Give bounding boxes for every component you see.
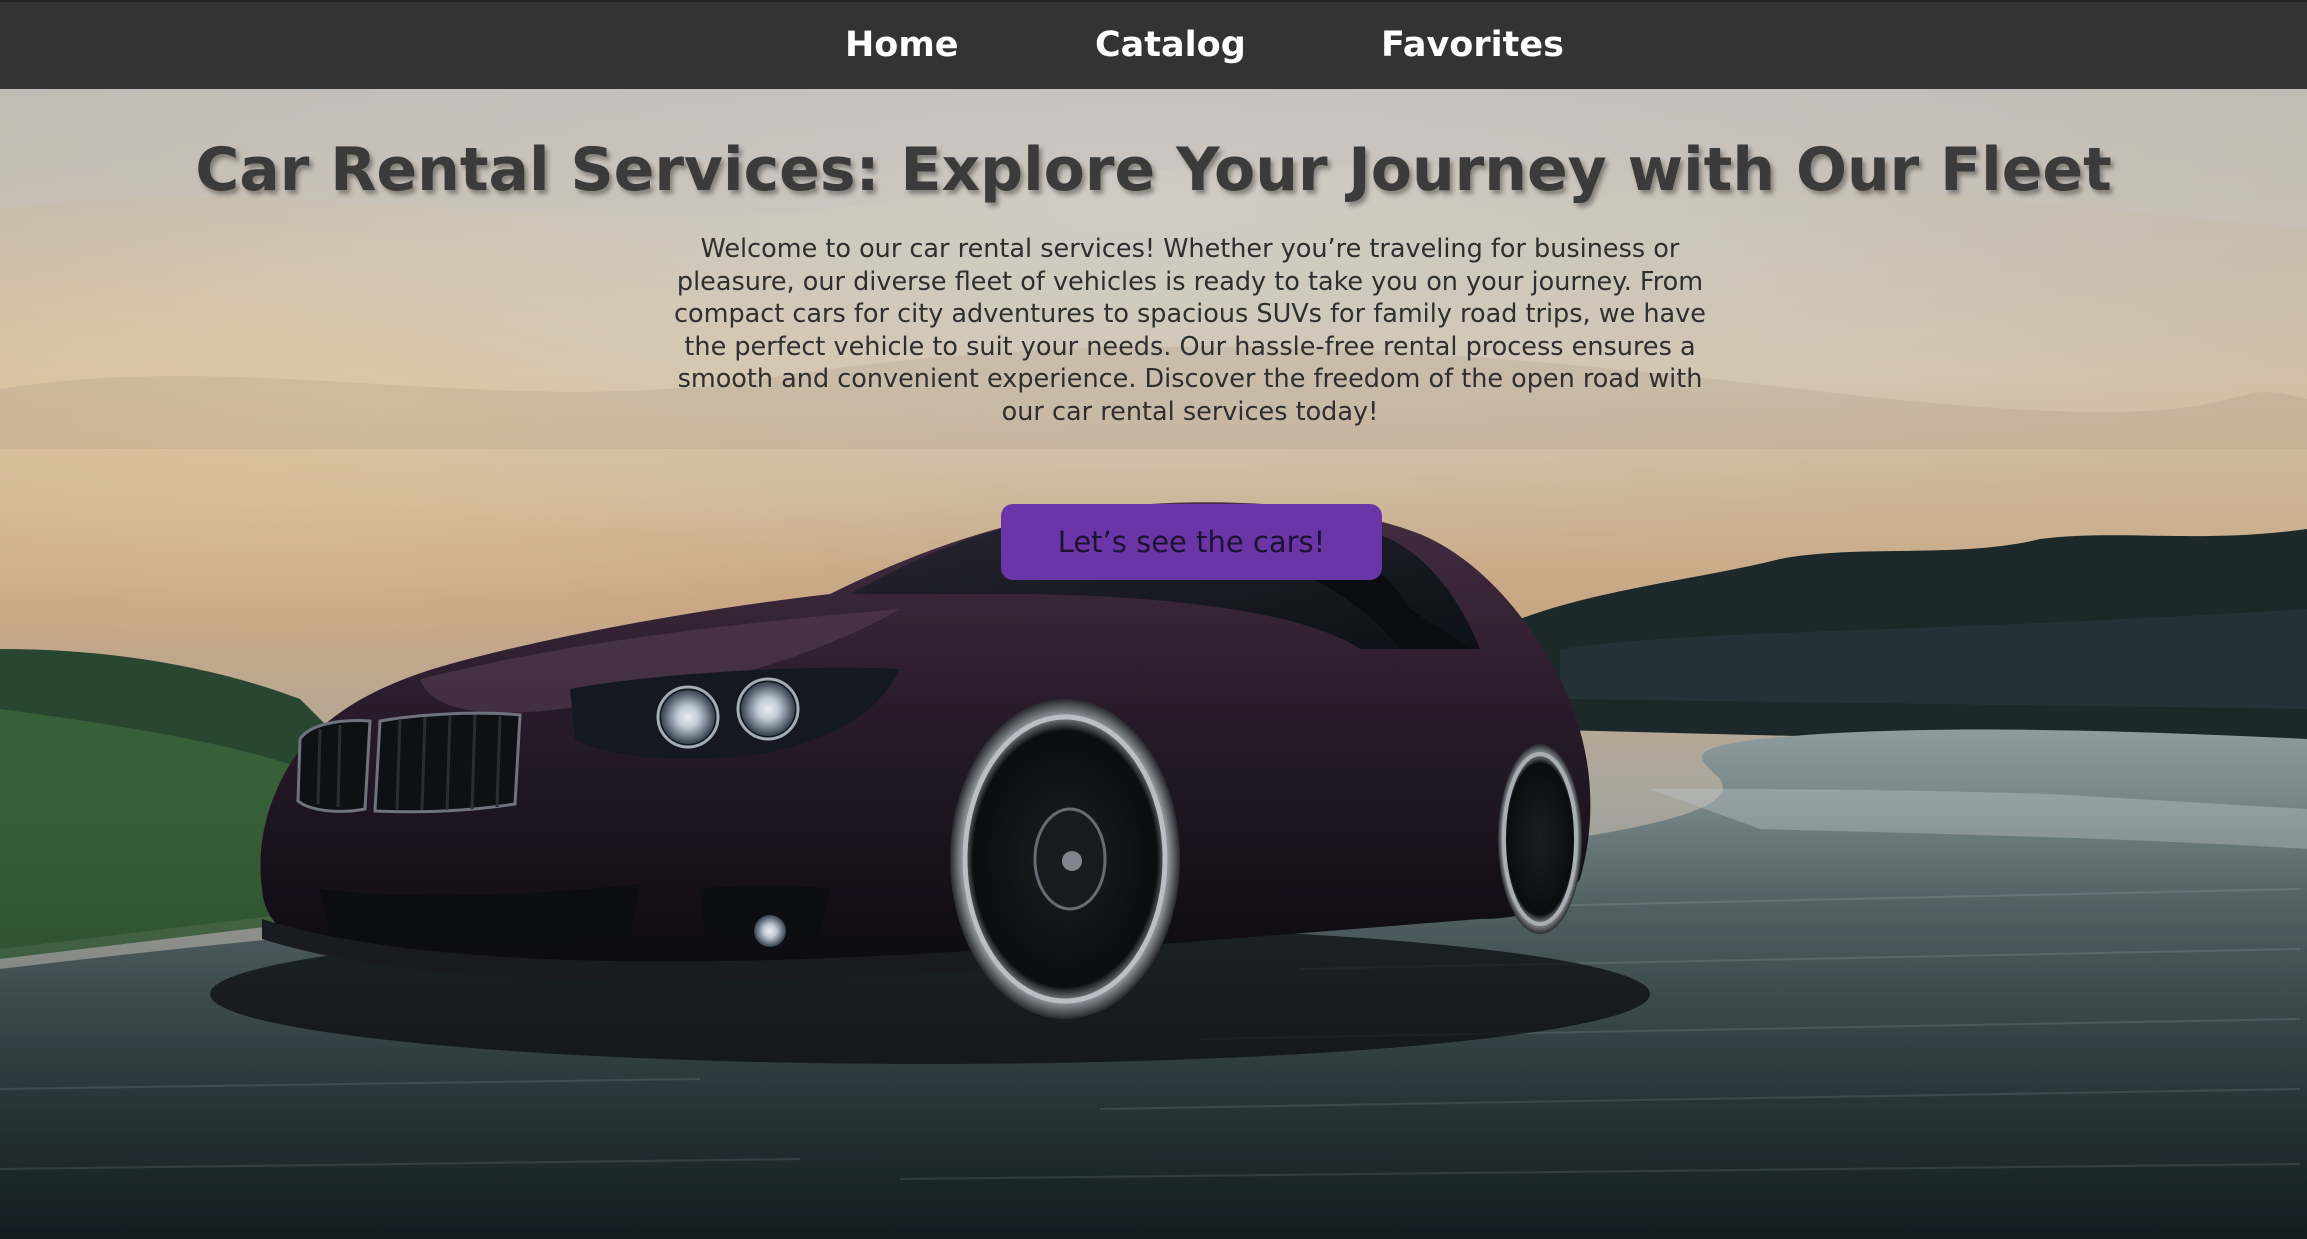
nav-link-favorites[interactable]: Favorites: [1381, 22, 1564, 68]
page: Home Catalog Favorites Car Rental Servic…: [0, 0, 2307, 1239]
hero-section: Car Rental Services: Explore Your Journe…: [0, 89, 2307, 1239]
hero-title: Car Rental Services: Explore Your Journe…: [195, 135, 2112, 205]
hero-description: Welcome to our car rental services! Whet…: [674, 234, 1706, 427]
nav-link-home[interactable]: Home: [845, 22, 959, 68]
top-navbar: Home Catalog Favorites: [0, 0, 2307, 89]
see-cars-button[interactable]: Let’s see the cars!: [1001, 504, 1382, 580]
nav-link-catalog[interactable]: Catalog: [1095, 22, 1246, 68]
